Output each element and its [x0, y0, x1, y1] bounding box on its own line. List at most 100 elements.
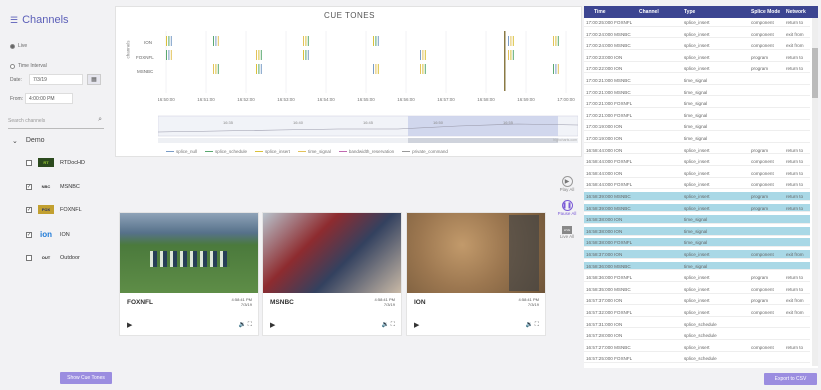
- legend-splice-schedule[interactable]: splice_schedule: [205, 149, 247, 154]
- cell-network: exit from: [786, 43, 804, 49]
- cell-network: exit from: [786, 31, 804, 37]
- cue-marker: [217, 36, 219, 46]
- legend-time-signal[interactable]: time_signal: [298, 149, 331, 154]
- video-frame[interactable]: [120, 213, 258, 293]
- channel-item-rtdochd[interactable]: RT RTDocHD: [26, 158, 85, 167]
- cue-marker: [166, 36, 167, 46]
- cell-time-channel: 17:00:19:000 ION: [586, 124, 623, 130]
- volume-fullscreen-icons[interactable]: 🔉 ⛶: [239, 321, 252, 329]
- col-splice-mode[interactable]: Splice Mode: [751, 9, 780, 15]
- table-row[interactable]: 16:58:38:000 ION time_signal: [584, 215, 810, 224]
- video-frame[interactable]: [263, 213, 401, 293]
- checkbox[interactable]: [26, 159, 32, 166]
- col-network[interactable]: Network: [786, 9, 806, 15]
- table-row[interactable]: 16:58:36:000 FOXNFL splice_insert program r…: [584, 273, 810, 282]
- show-cue-tones-button[interactable]: Show Cue Tones: [60, 372, 112, 384]
- play-icon[interactable]: ▶: [270, 321, 275, 329]
- cell-time-channel: 16:58:37:000 ION: [586, 252, 623, 257]
- table-row[interactable]: 16:58:44:000 ION splice_insert component re…: [584, 169, 810, 178]
- volume-fullscreen-icons[interactable]: 🔉 ⛶: [382, 321, 395, 329]
- radio-time-interval[interactable]: Time Interval: [10, 63, 47, 69]
- table-row[interactable]: 16:57:32:000 FOXNFL splice_insert componen…: [584, 308, 810, 317]
- channel-item-outdoor[interactable]: OUT Outdoor: [26, 253, 80, 262]
- volume-fullscreen-icons[interactable]: 🔉 ⛶: [526, 321, 539, 329]
- x-tick-label: 16:52:00: [237, 97, 255, 102]
- pause-all-button[interactable]: ❚❚ Pause All: [554, 200, 580, 216]
- cell-splice-mode: component: [751, 310, 774, 315]
- legend-private-command[interactable]: private_command: [402, 149, 448, 154]
- col-type[interactable]: Type: [684, 9, 695, 15]
- x-tick-label: 16:54:00: [317, 97, 335, 102]
- export-csv-button[interactable]: Export to CSV: [764, 373, 817, 385]
- table-row[interactable]: 16:58:35:000 MSNBC splice_insert component…: [584, 285, 810, 294]
- live-all-label: Live All: [559, 234, 575, 239]
- table-row[interactable]: 16:58:37:000 ION splice_insert component ex…: [584, 250, 810, 259]
- checkbox[interactable]: ✓: [26, 183, 32, 190]
- table-row[interactable]: 16:57:27:000 MSNBC splice_insert component…: [584, 343, 810, 352]
- checkbox[interactable]: ✓: [26, 206, 32, 213]
- table-row[interactable]: 16:57:28:000 ION splice_schedule: [584, 331, 810, 340]
- video-tile-foxnfl[interactable]: FOXNFL 4:58:41 PM 7/3/19 ▶ 🔉 ⛶: [119, 212, 259, 336]
- table-row[interactable]: 16:58:39:000 MSNBC splice_insert program re…: [584, 192, 810, 201]
- legend-bandwidth-reservation[interactable]: bandwidth_reservation: [338, 149, 394, 154]
- cue-marker: [215, 64, 217, 74]
- table-row[interactable]: 17:00:19:000 ION time_signal: [584, 134, 810, 143]
- table-row[interactable]: 16:58:44:000 FOXNFL splice_insert componen…: [584, 157, 810, 166]
- checkbox[interactable]: ✓: [26, 231, 32, 238]
- table-row[interactable]: 17:00:21:000 MSNBC time_signal: [584, 88, 810, 97]
- table-row[interactable]: 17:00:21:000 MSNBC time_signal: [584, 76, 810, 85]
- play-all-button[interactable]: ▶ Play All: [554, 176, 580, 192]
- col-channel[interactable]: Channel: [639, 9, 659, 15]
- video-tile-msnbc[interactable]: MSNBC 4:58:41 PM 7/3/19 ▶ 🔉 ⛶: [262, 212, 402, 336]
- play-icon[interactable]: ▶: [414, 321, 419, 329]
- col-time[interactable]: Time: [594, 9, 606, 15]
- table-row[interactable]: 16:58:36:000 MSNBC time_signal: [584, 261, 810, 271]
- navigator-selection: [408, 116, 558, 136]
- table-row[interactable]: 17:00:22:000 ION splice_insert program retu…: [584, 64, 810, 74]
- play-icon[interactable]: ▶: [127, 321, 132, 329]
- table-row[interactable]: 16:58:39:000 MSNBC splice_insert program re…: [584, 203, 810, 213]
- legend-splice-null[interactable]: splice_null: [166, 149, 197, 154]
- table-row[interactable]: 16:57:31:000 ION splice_schedule: [584, 320, 810, 329]
- legend-splice-insert[interactable]: splice_insert: [255, 149, 290, 154]
- radio-live[interactable]: Live: [10, 43, 27, 49]
- cue-timeline-chart[interactable]: 16:50:00 16:51:00 16:52:00 16:53:00 16:54:00…: [158, 29, 578, 147]
- table-row[interactable]: 17:00:24:000 MSNBC splice_insert component…: [584, 41, 810, 50]
- channel-item-msnbc[interactable]: ✓ NBC MSNBC: [26, 182, 80, 191]
- channel-group-demo[interactable]: ⌄ Demo: [12, 137, 45, 145]
- table-row[interactable]: 17:00:19:000 ION time_signal: [584, 122, 810, 132]
- from-time-field[interactable]: 4:00:00 PM: [25, 93, 73, 104]
- table-row[interactable]: 16:57:37:000 ION splice_insert program exit…: [584, 296, 810, 306]
- table-row[interactable]: 17:00:21:000 FOXNFL time_signal: [584, 111, 810, 120]
- channel-item-foxnfl[interactable]: ✓ FOX FOXNFL: [26, 205, 82, 214]
- x-tick-label: 16:53:00: [277, 97, 295, 102]
- fox-logo-icon: FOX: [38, 205, 54, 214]
- channel-item-ion[interactable]: ✓ ion ION: [26, 230, 70, 239]
- video-tile-ion[interactable]: ION 4:58:41 PM 7/3/19 ▶ 🔉 ⛶: [406, 212, 546, 336]
- table-row[interactable]: 17:00:25:000 FOXNFL splice_insert componen…: [584, 18, 810, 27]
- cue-marker: [307, 50, 309, 60]
- cell-network: exit from: [786, 252, 804, 257]
- table-row[interactable]: 17:00:21:000 FOXNFL time_signal: [584, 99, 810, 108]
- video-frame[interactable]: [407, 213, 545, 293]
- search-icon: ⌕: [98, 116, 102, 123]
- cell-splice-mode: component: [751, 252, 774, 257]
- cue-marker: [557, 64, 559, 74]
- cell-type: splice_insert: [684, 194, 710, 199]
- date-field[interactable]: 7/3/19: [29, 74, 83, 85]
- tile-timestamp: 4:58:41 PM 7/3/19: [374, 297, 395, 307]
- table-row[interactable]: 16:57:25:000 FOXNFL splice_schedule: [584, 354, 810, 364]
- live-all-button[interactable]: LIVE Live All: [554, 226, 580, 239]
- calendar-icon[interactable]: ▦: [87, 74, 101, 85]
- table-row[interactable]: 16:58:44:000 FOXNFL splice_insert componen…: [584, 180, 810, 190]
- channel-search-input[interactable]: Search channels ⌕: [8, 115, 104, 129]
- checkbox[interactable]: [26, 254, 32, 261]
- table-row[interactable]: 17:00:24:000 MSNBC splice_insert component…: [584, 30, 810, 39]
- scroll-thumb[interactable]: [812, 48, 818, 98]
- table-scrollbar[interactable]: [812, 18, 818, 366]
- table-row[interactable]: 17:00:23:000 ION splice_insert program retu…: [584, 53, 810, 62]
- table-row[interactable]: 16:58:44:000 ION splice_insert program retu…: [584, 146, 810, 155]
- table-row[interactable]: 16:58:38:000 FOXNFL time_signal: [584, 238, 810, 248]
- table-row[interactable]: 16:58:38:000 ION time_signal: [584, 226, 810, 236]
- cell-time-channel: 16:58:44:000 ION: [586, 170, 623, 176]
